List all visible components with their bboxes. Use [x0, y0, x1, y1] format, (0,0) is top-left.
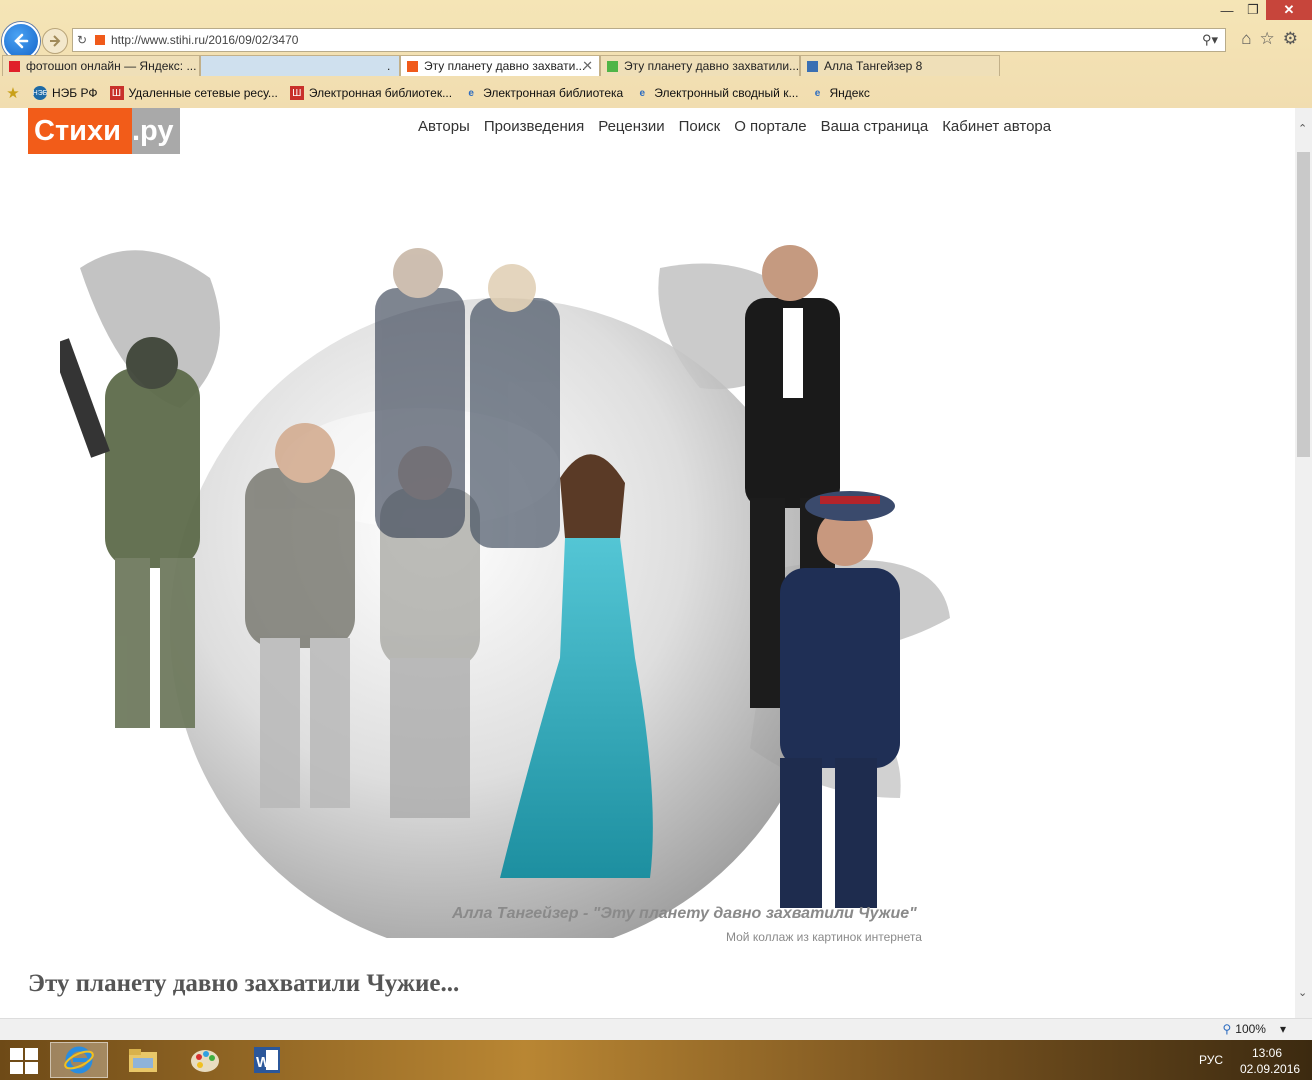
- scroll-thumb[interactable]: [1297, 152, 1310, 457]
- favorite-label: Электронная библиотек...: [308, 86, 453, 100]
- favorite-e-library-1[interactable]: Ш Электронная библиотек...: [289, 86, 453, 100]
- tab-yandex-search[interactable]: фотошоп онлайн — Яндекс: ...: [2, 55, 200, 76]
- nav-authors[interactable]: Авторы: [418, 118, 470, 135]
- forward-button[interactable]: [42, 28, 68, 54]
- url-text[interactable]: http://www.stihi.ru/2016/09/02/3470: [111, 33, 1195, 47]
- favorite-label: НЭБ РФ: [52, 86, 98, 100]
- library-icon: Ш: [289, 86, 304, 100]
- arrow-right-icon: [50, 35, 61, 47]
- neb-icon: НЭБ: [33, 86, 47, 100]
- favorite-catalog[interactable]: e Электронный сводный к...: [635, 86, 798, 100]
- status-bar: ⚲ 100% ▾: [0, 1018, 1312, 1041]
- collage-subcaption: Мой коллаж из картинок интернета: [726, 930, 922, 944]
- nav-search[interactable]: Поиск: [679, 118, 721, 135]
- zoom-control[interactable]: ⚲ 100% ▾: [1222, 1022, 1286, 1036]
- arrow-left-icon: [14, 33, 29, 49]
- scroll-down-icon[interactable]: ⌄: [1298, 986, 1307, 999]
- logo-suffix-text: .ру: [132, 108, 180, 154]
- browser-chrome: — ❐ ✕ ↻ http://www.stihi.ru/2016/09/02/3…: [0, 0, 1312, 109]
- chevron-down-icon: ▾: [1279, 1022, 1286, 1036]
- windows-start-icon[interactable]: [10, 1048, 38, 1074]
- address-bar[interactable]: ↻ http://www.stihi.ru/2016/09/02/3470 ⚲▾: [72, 28, 1226, 52]
- ie-page-icon: e: [814, 87, 821, 99]
- word-icon: W: [254, 1047, 280, 1073]
- toolbar-icons: ⌂ ☆ ⚙: [1241, 29, 1298, 49]
- tab-row: фотошоп онлайн — Яндекс: ... . Эту плане…: [0, 55, 1312, 77]
- window-controls: — ❐ ✕: [1214, 0, 1312, 22]
- close-icon[interactable]: ✕: [1266, 0, 1312, 20]
- favorite-e-library-2[interactable]: e Электронная библиотека: [464, 86, 623, 100]
- paint-palette-icon: [191, 1050, 219, 1072]
- page-green-icon: [607, 60, 618, 72]
- tab-current-poem[interactable]: Эту планету давно захвати... ✕: [400, 55, 600, 76]
- favorites-bar: ★ НЭБ НЭБ РФ Ш Удаленные сетевые ресу...…: [0, 81, 1312, 105]
- favorite-label: Электронная библиотека: [483, 86, 624, 100]
- svg-text:W: W: [256, 1054, 271, 1071]
- favorite-neb[interactable]: НЭБ НЭБ РФ: [33, 86, 98, 100]
- tray-clock[interactable]: 13:06 02.09.2016: [1240, 1045, 1301, 1077]
- nav-your-page[interactable]: Ваша страница: [821, 118, 929, 135]
- taskbar-paint[interactable]: [176, 1042, 234, 1078]
- poem-title: Эту планету давно захватили Чужие...: [28, 970, 460, 997]
- ie-page-icon: e: [639, 87, 646, 99]
- vertical-scrollbar[interactable]: ⌃ ⌄: [1295, 108, 1312, 1018]
- favorites-star-icon[interactable]: ☆: [1260, 29, 1275, 49]
- yandex-icon: [9, 60, 20, 72]
- add-favorite-star-icon[interactable]: ★: [6, 85, 25, 102]
- zoom-level: 100%: [1235, 1022, 1266, 1036]
- taskbar-internet-explorer[interactable]: [50, 1042, 108, 1078]
- nav-author-cabinet[interactable]: Кабинет автора: [942, 118, 1051, 135]
- clock-time: 13:06: [1251, 1046, 1283, 1060]
- clock-date: 02.09.2016: [1240, 1062, 1301, 1076]
- minimize-icon[interactable]: —: [1214, 0, 1240, 20]
- tab-label: Эту планету давно захватили.....: [624, 59, 800, 73]
- folder-icon: [129, 1049, 157, 1072]
- gear-icon[interactable]: ⚙: [1283, 29, 1298, 49]
- stack-icon: [807, 60, 818, 72]
- tab-label: фотошоп онлайн — Яндекс: ...: [26, 59, 197, 73]
- zoom-icon: ⚲: [1222, 1022, 1232, 1036]
- refresh-icon[interactable]: ↻: [73, 33, 91, 47]
- search-icon[interactable]: ⚲▾: [1195, 32, 1225, 48]
- collage-image: [60, 245, 950, 938]
- favorite-label: Яндекс: [829, 86, 870, 100]
- tab-author-page[interactable]: Алла Тангейзер 8: [800, 55, 1000, 76]
- collage-caption: Алла Тангейзер - "Эту планету давно захв…: [452, 905, 917, 922]
- tab-label: Алла Тангейзер 8: [824, 59, 923, 73]
- tab-label: .: [387, 59, 391, 73]
- page-viewport: Стихи .ру Авторы Произведения Рецензии П…: [0, 108, 1295, 1018]
- home-icon[interactable]: ⌂: [1241, 29, 1251, 49]
- tab-poem-copy[interactable]: Эту планету давно захватили.....: [600, 55, 800, 76]
- keyboard-language[interactable]: РУС: [1199, 1053, 1223, 1067]
- site-favicon-icon: [95, 35, 105, 45]
- favorite-remote-resources[interactable]: Ш Удаленные сетевые ресу...: [109, 86, 278, 100]
- internet-explorer-icon: [64, 1046, 94, 1074]
- taskbar: W РУС 13:06 02.09.2016: [0, 1040, 1312, 1080]
- site-logo[interactable]: Стихи .ру: [28, 108, 180, 154]
- close-tab-icon[interactable]: ✕: [582, 58, 593, 74]
- tab-label: Эту планету давно захвати...: [424, 59, 586, 73]
- nav-works[interactable]: Произведения: [484, 118, 584, 135]
- favorite-label: Удаленные сетевые ресу...: [128, 86, 278, 100]
- favorite-yandex[interactable]: e Яндекс: [810, 86, 870, 100]
- site-nav: Авторы Произведения Рецензии Поиск О пор…: [418, 118, 1051, 135]
- library-icon: Ш: [109, 86, 124, 100]
- taskbar-word[interactable]: W: [238, 1042, 296, 1078]
- restore-icon[interactable]: ❐: [1240, 0, 1266, 20]
- scroll-up-icon[interactable]: ⌃: [1298, 122, 1307, 135]
- tab-blurred[interactable]: .: [200, 55, 400, 76]
- ie-page-icon: e: [468, 87, 474, 99]
- favorite-label: Электронный сводный к...: [654, 86, 799, 100]
- nav-reviews[interactable]: Рецензии: [598, 118, 664, 135]
- taskbar-file-explorer[interactable]: [114, 1042, 172, 1078]
- logo-main-text: Стихи: [28, 108, 132, 154]
- nav-about[interactable]: О портале: [734, 118, 806, 135]
- stihi-icon: [407, 60, 418, 72]
